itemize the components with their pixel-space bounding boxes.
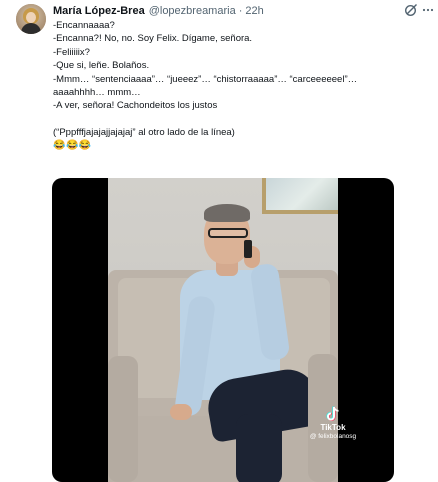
laughing-emojis: 😂😂😂 [53,140,92,152]
tweet-header: María López-Brea @lopezbreamaria · 22h [53,3,264,19]
tweet[interactable]: María López-Brea @lopezbreamaria · 22h -… [0,0,438,482]
text-line: -Que si, leñe. Bolaños. [53,60,150,72]
avatar[interactable] [16,4,46,34]
text-line: -Feliiiiix? [53,46,90,58]
text-line: -Encannaaaa? [53,20,115,31]
tweet-video[interactable]: TikTok @ felixbolanosg [52,178,394,482]
separator-dot: · [238,5,243,17]
tiktok-brand: TikTok [320,423,346,432]
author-name[interactable]: María López-Brea [53,5,145,17]
grok-icon[interactable] [404,3,418,17]
text-line: -A ver, señora! Cachondeitos los justos [53,100,218,112]
more-icon[interactable] [422,5,434,15]
timestamp[interactable]: 22h [245,5,263,17]
tiktok-icon [326,406,339,421]
text-line: aaaahhhh… mmm… [53,87,141,99]
text-line: -Mmm… “sentenciaaaa”… “jueeez”… “chistor… [53,73,358,85]
tiktok-watermark: TikTok @ felixbolanosg [288,406,378,446]
author-handle[interactable]: @lopezbreamaria [149,5,236,17]
tiktok-username: @ felixbolanosg [309,433,357,440]
text-line: (“Pppfffjajajajjajajaj” al otro lado de … [53,126,235,138]
text-line: -Encanna?! No, no. Soy Felix. Dígame, se… [53,33,253,45]
tweet-text: -Encannaaaa? -Encanna?! No, no. Soy Feli… [53,19,428,153]
